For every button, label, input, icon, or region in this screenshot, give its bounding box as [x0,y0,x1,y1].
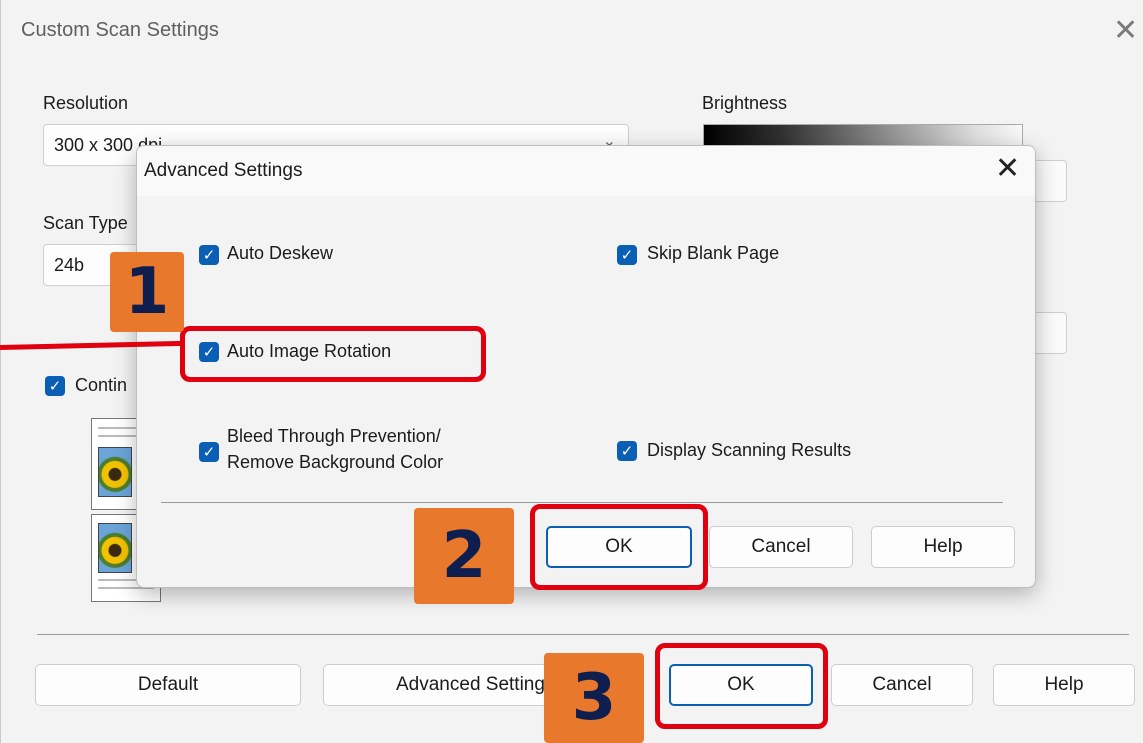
window-close-icon[interactable]: ✕ [1113,16,1138,46]
step-3-callout: 3 [544,653,644,743]
check-icon: ✓ [202,443,216,461]
check-icon: ✓ [620,246,634,264]
dialog-help-button[interactable]: Help [871,526,1015,568]
auto-deskew-checkbox[interactable]: ✓ [199,245,219,265]
highlight-dialog-ok [530,504,708,590]
highlight-main-ok [655,643,828,729]
skip-blank-page-checkbox[interactable]: ✓ [617,245,637,265]
main-cancel-button[interactable]: Cancel [831,664,973,706]
check-icon: ✓ [202,246,216,264]
screen: Custom Scan Settings ✕ Resolution 300 x … [0,0,1143,743]
scan-type-value: 24b [54,255,85,275]
default-button[interactable]: Default [35,664,301,706]
scan-type-label: Scan Type [43,213,128,233]
sunflower-thumbnail [98,523,132,573]
bleed-through-label-line1: Bleed Through Prevention/ [227,426,441,446]
bleed-through-checkbox[interactable]: ✓ [199,442,219,462]
check-icon: ✓ [620,442,634,460]
resolution-label: Resolution [43,93,129,113]
continuous-label: Contin [75,375,128,395]
display-results-label: Display Scanning Results [647,440,852,460]
skip-blank-page-label: Skip Blank Page [647,243,780,263]
auto-deskew-label: Auto Deskew [227,243,334,263]
dialog-close-icon[interactable]: ✕ [995,154,1020,184]
continuous-checkbox[interactable]: ✓ [45,376,65,396]
display-results-checkbox[interactable]: ✓ [617,441,637,461]
brightness-label: Brightness [702,93,788,113]
dialog-cancel-button[interactable]: Cancel [709,526,853,568]
step-1-callout: 1 [110,252,184,332]
step-2-callout: 2 [414,508,514,604]
check-icon: ✓ [48,377,62,395]
sunflower-thumbnail [98,447,132,497]
bleed-through-label-line2: Remove Background Color [227,452,444,472]
window-title: Custom Scan Settings [21,19,219,41]
footer-divider [37,634,1129,635]
main-help-button[interactable]: Help [993,664,1135,706]
dialog-divider [161,502,1003,503]
highlight-auto-image-rotation [180,326,486,382]
dialog-title: Advanced Settings [144,160,303,181]
